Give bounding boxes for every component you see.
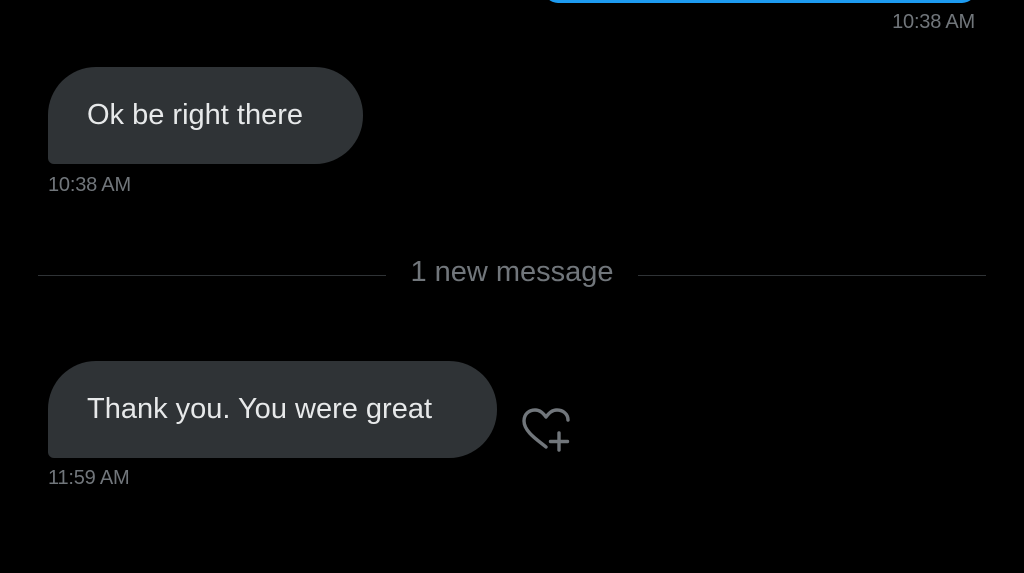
sent-message-bubble-edge[interactable] <box>544 0 976 3</box>
divider-line-right <box>638 275 986 276</box>
received-message-bubble[interactable]: Ok be right there <box>48 67 363 164</box>
add-reaction-button[interactable] <box>519 405 573 455</box>
heart-plus-icon <box>522 408 570 452</box>
received-message-timestamp: 10:38 AM <box>48 174 131 196</box>
new-message-divider-label: 1 new message <box>410 256 614 288</box>
received-message-bubble[interactable]: Thank you. You were great <box>48 361 497 458</box>
received-message-timestamp: 11:59 AM <box>48 467 130 489</box>
new-message-divider: 1 new message <box>38 254 986 290</box>
sent-message-timestamp: 10:38 AM <box>892 11 975 33</box>
